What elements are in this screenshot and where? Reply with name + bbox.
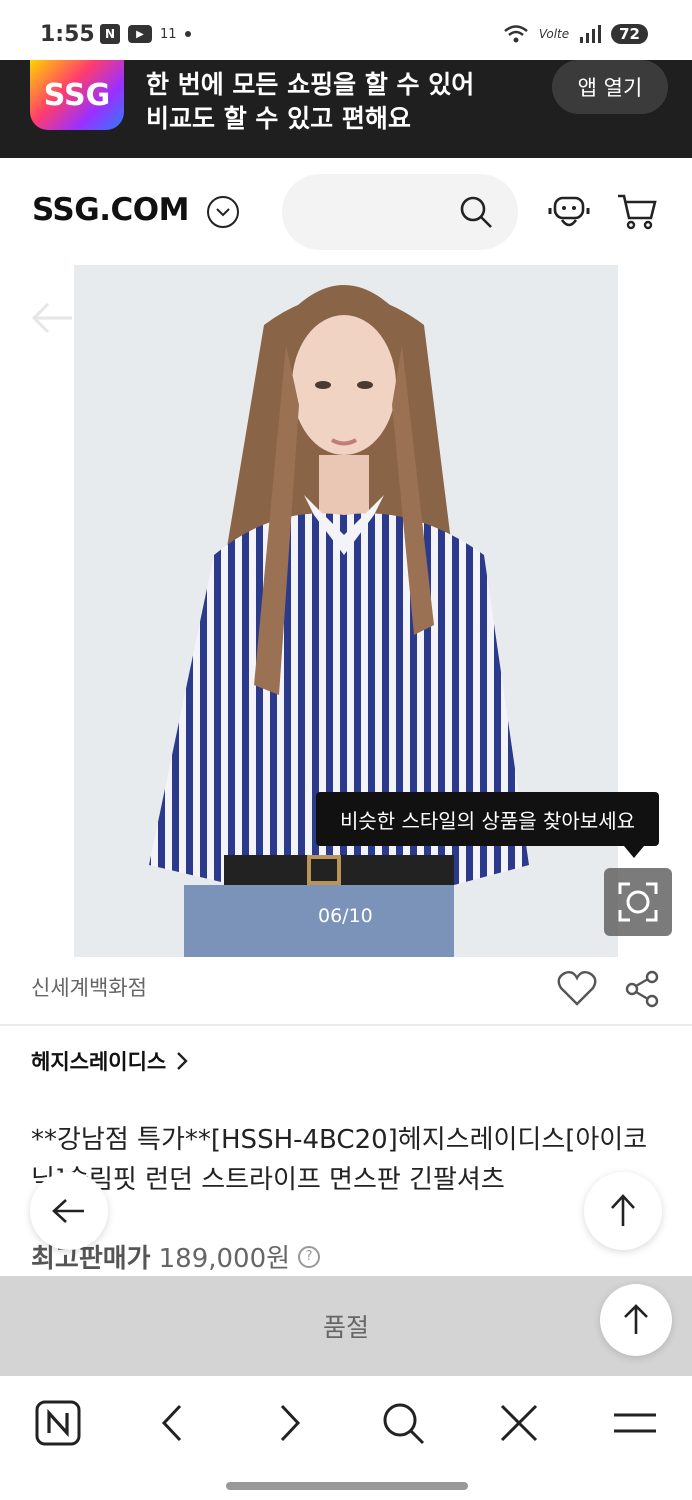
share-icon[interactable] [624,970,660,1008]
battery-indicator: 72 [611,24,648,44]
chevron-right-icon [177,1052,188,1070]
product-image[interactable] [74,265,618,957]
naver-notification-icon: N [100,24,120,44]
notification-count: 11 [160,26,177,42]
price-value: 189,000원 [158,1244,291,1274]
banner-line-2: 비교도 할 수 있고 편해요 [146,104,411,133]
brand-link[interactable]: 헤지스레이디스 [31,1046,188,1076]
status-time: 1:55 [40,22,95,47]
browser-search-icon[interactable] [380,1400,426,1446]
signal-icon [580,25,602,43]
tooltip-tail [624,846,644,858]
image-counter: 06/10 [318,905,373,927]
status-bar: 1:55 N ▶ 11 Volte 72 [0,0,692,60]
naver-home-icon[interactable] [35,1400,81,1446]
arrow-up-icon [624,1304,648,1334]
heart-icon[interactable] [557,970,597,1006]
browser-toolbar [0,1376,692,1470]
scroll-top-button[interactable] [584,1172,662,1250]
previous-image-arrow-icon[interactable] [30,300,74,336]
search-icon[interactable] [458,194,494,230]
arrow-left-icon [52,1199,84,1223]
customer-service-icon[interactable] [546,190,592,234]
product-title: **강남점 특가**[HSSH-4BC20]헤지스레이디스[아이코닉]슬림핏 런… [31,1125,648,1195]
store-name[interactable]: 신세계백화점 [31,972,147,1002]
browser-menu-icon[interactable] [612,1400,658,1446]
browser-close-icon[interactable] [496,1400,542,1446]
app-install-banner[interactable]: SSG 한 번에 모든 쇼핑을 할 수 있어 비교도 할 수 있고 편해요 앱 … [0,60,692,158]
more-notifications-dot [184,31,191,37]
chevron-down-icon[interactable] [207,196,239,228]
scroll-top-button-secondary[interactable] [600,1284,672,1356]
network-label: Volte [538,27,570,41]
home-indicator[interactable] [226,1482,468,1490]
brand-name: 헤지스레이디스 [31,1050,167,1074]
ssg-app-logo: SSG [30,60,124,130]
visual-search-button[interactable] [604,868,672,936]
status-system-icons: Volte 72 [503,24,648,44]
section-divider [0,1024,692,1026]
browser-forward-icon[interactable] [266,1400,312,1446]
cart-icon[interactable] [616,192,658,232]
banner-text: 한 번에 모든 쇼핑을 할 수 있어 비교도 할 수 있고 편해요 [146,68,474,136]
visual-search-tooltip: 비슷한 스타일의 상품을 찾아보세요 [316,792,659,846]
browser-back-icon[interactable] [150,1400,196,1446]
open-app-button[interactable]: 앱 열기 [552,60,668,114]
search-input[interactable] [282,174,518,250]
youtube-notification-icon: ▶ [128,25,152,43]
wifi-icon [504,25,528,43]
ssg-logo[interactable]: SSG.COM [32,192,189,228]
site-header: SSG.COM [0,158,692,264]
banner-line-1: 한 번에 모든 쇼핑을 할 수 있어 [146,70,475,99]
help-icon[interactable]: ? [298,1245,321,1268]
model-photo [149,285,529,957]
soldout-button[interactable]: 품절 [0,1276,692,1376]
visual-search-icon [618,882,658,922]
status-notifications: N ▶ 11 [100,24,191,44]
arrow-up-icon [611,1194,635,1226]
back-button[interactable] [30,1172,108,1250]
